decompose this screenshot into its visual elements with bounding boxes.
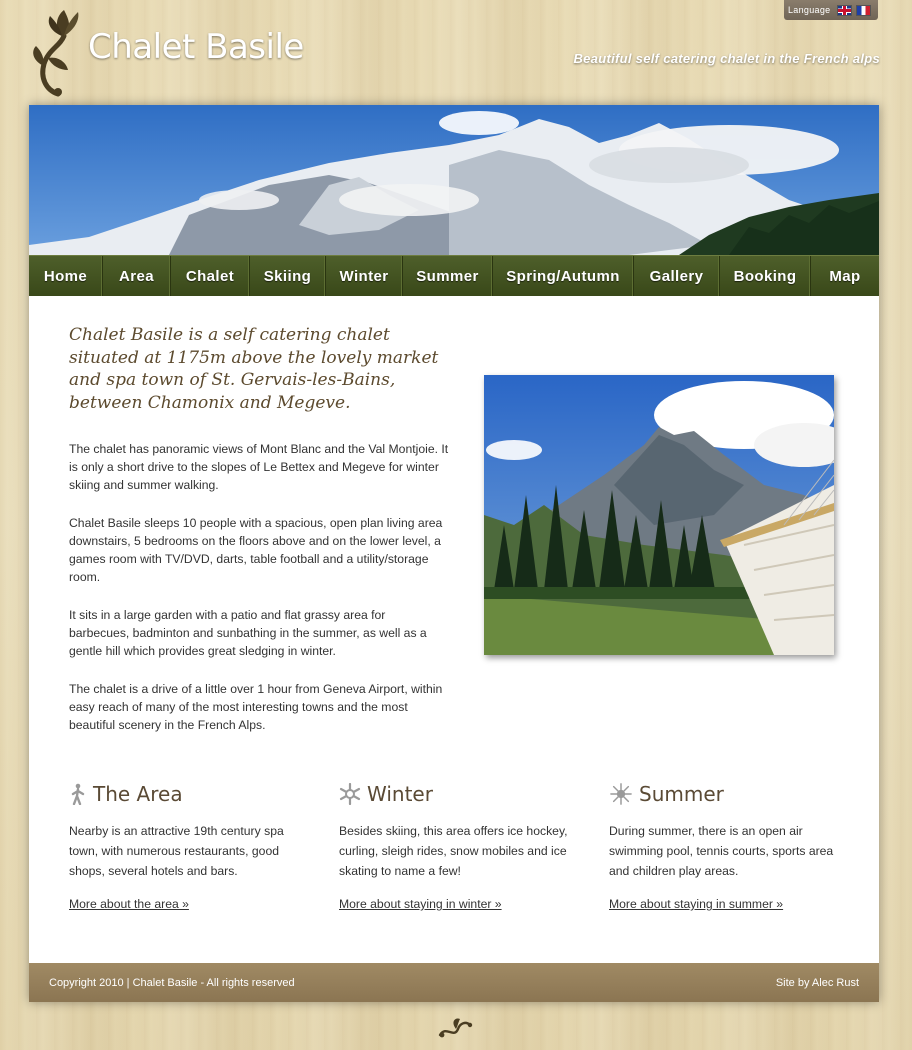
feature-winter: Winter Besides skiing, this area offers …: [339, 781, 569, 911]
walking-person-icon: [71, 783, 85, 805]
nav-summer[interactable]: Summer: [403, 256, 493, 296]
nav-spring-autumn[interactable]: Spring/Autumn: [493, 256, 634, 296]
nav-home[interactable]: Home: [29, 256, 103, 296]
nav-map[interactable]: Map: [811, 256, 879, 296]
language-label: Language: [788, 5, 831, 15]
nav-booking[interactable]: Booking: [720, 256, 811, 296]
page-container: Home Area Chalet Skiing Winter Summer Sp…: [29, 105, 879, 1002]
site-logo[interactable]: Chalet Basile: [28, 6, 318, 98]
more-about-winter-link[interactable]: More about staying in winter »: [339, 897, 569, 911]
description-paragraph: The chalet is a drive of a little over 1…: [69, 682, 443, 732]
footer: Copyright 2010 | Chalet Basile - All rig…: [29, 963, 879, 1002]
footer-credit-link[interactable]: Site by Alec Rust: [776, 977, 859, 989]
feature-summer-text: During summer, there is an open air swim…: [609, 824, 834, 878]
feature-summer-heading: Summer: [609, 781, 839, 807]
nav-gallery[interactable]: Gallery: [634, 256, 720, 296]
description-paragraph: Chalet Basile sleeps 10 people with a sp…: [69, 516, 443, 584]
nav-skiing[interactable]: Skiing: [250, 256, 326, 296]
feature-area-heading: The Area: [69, 781, 299, 807]
feature-area-title: The Area: [93, 782, 183, 806]
fr-flag-icon[interactable]: [856, 4, 872, 16]
footer-copyright: Copyright 2010 | Chalet Basile - All rig…: [49, 976, 295, 989]
header-banner: [29, 105, 879, 255]
mountain-banner-image: [29, 105, 879, 255]
description-paragraph: It sits in a large garden with a patio a…: [69, 608, 427, 658]
flower-swirl-icon: [33, 10, 79, 97]
feature-area: The Area Nearby is an attractive 19th ce…: [69, 781, 299, 911]
feature-winter-title: Winter: [367, 782, 433, 806]
main-content: Chalet Basile is a self catering chalet …: [29, 296, 879, 963]
language-selector: Language: [784, 0, 878, 20]
nav-chalet[interactable]: Chalet: [171, 256, 250, 296]
main-nav: Home Area Chalet Skiing Winter Summer Sp…: [29, 255, 879, 296]
feature-summer-title: Summer: [639, 782, 724, 806]
snowflake-icon: [339, 783, 361, 805]
feature-winter-text: Besides skiing, this area offers ice hoc…: [339, 824, 568, 878]
description: The chalet has panoramic views of Mont B…: [69, 440, 449, 754]
feature-summer: Summer During summer, there is an open a…: [609, 781, 839, 911]
uk-flag-icon[interactable]: [837, 4, 853, 16]
intro-text: Chalet Basile is a self catering chalet …: [69, 325, 439, 413]
sun-icon: [610, 783, 632, 805]
nav-winter[interactable]: Winter: [326, 256, 403, 296]
site-title: Chalet Basile: [88, 27, 304, 67]
more-about-area-link[interactable]: More about the area »: [69, 897, 299, 911]
feature-area-text: Nearby is an attractive 19th century spa…: [69, 824, 284, 878]
ornament-icon: [438, 1018, 473, 1038]
nav-area[interactable]: Area: [103, 256, 171, 296]
feature-winter-heading: Winter: [339, 781, 569, 807]
site-tagline: Beautiful self catering chalet in the Fr…: [573, 51, 880, 66]
description-paragraph: The chalet has panoramic views of Mont B…: [69, 442, 449, 492]
chalet-view-photo: [484, 375, 834, 655]
more-about-summer-link[interactable]: More about staying in summer »: [609, 897, 839, 911]
